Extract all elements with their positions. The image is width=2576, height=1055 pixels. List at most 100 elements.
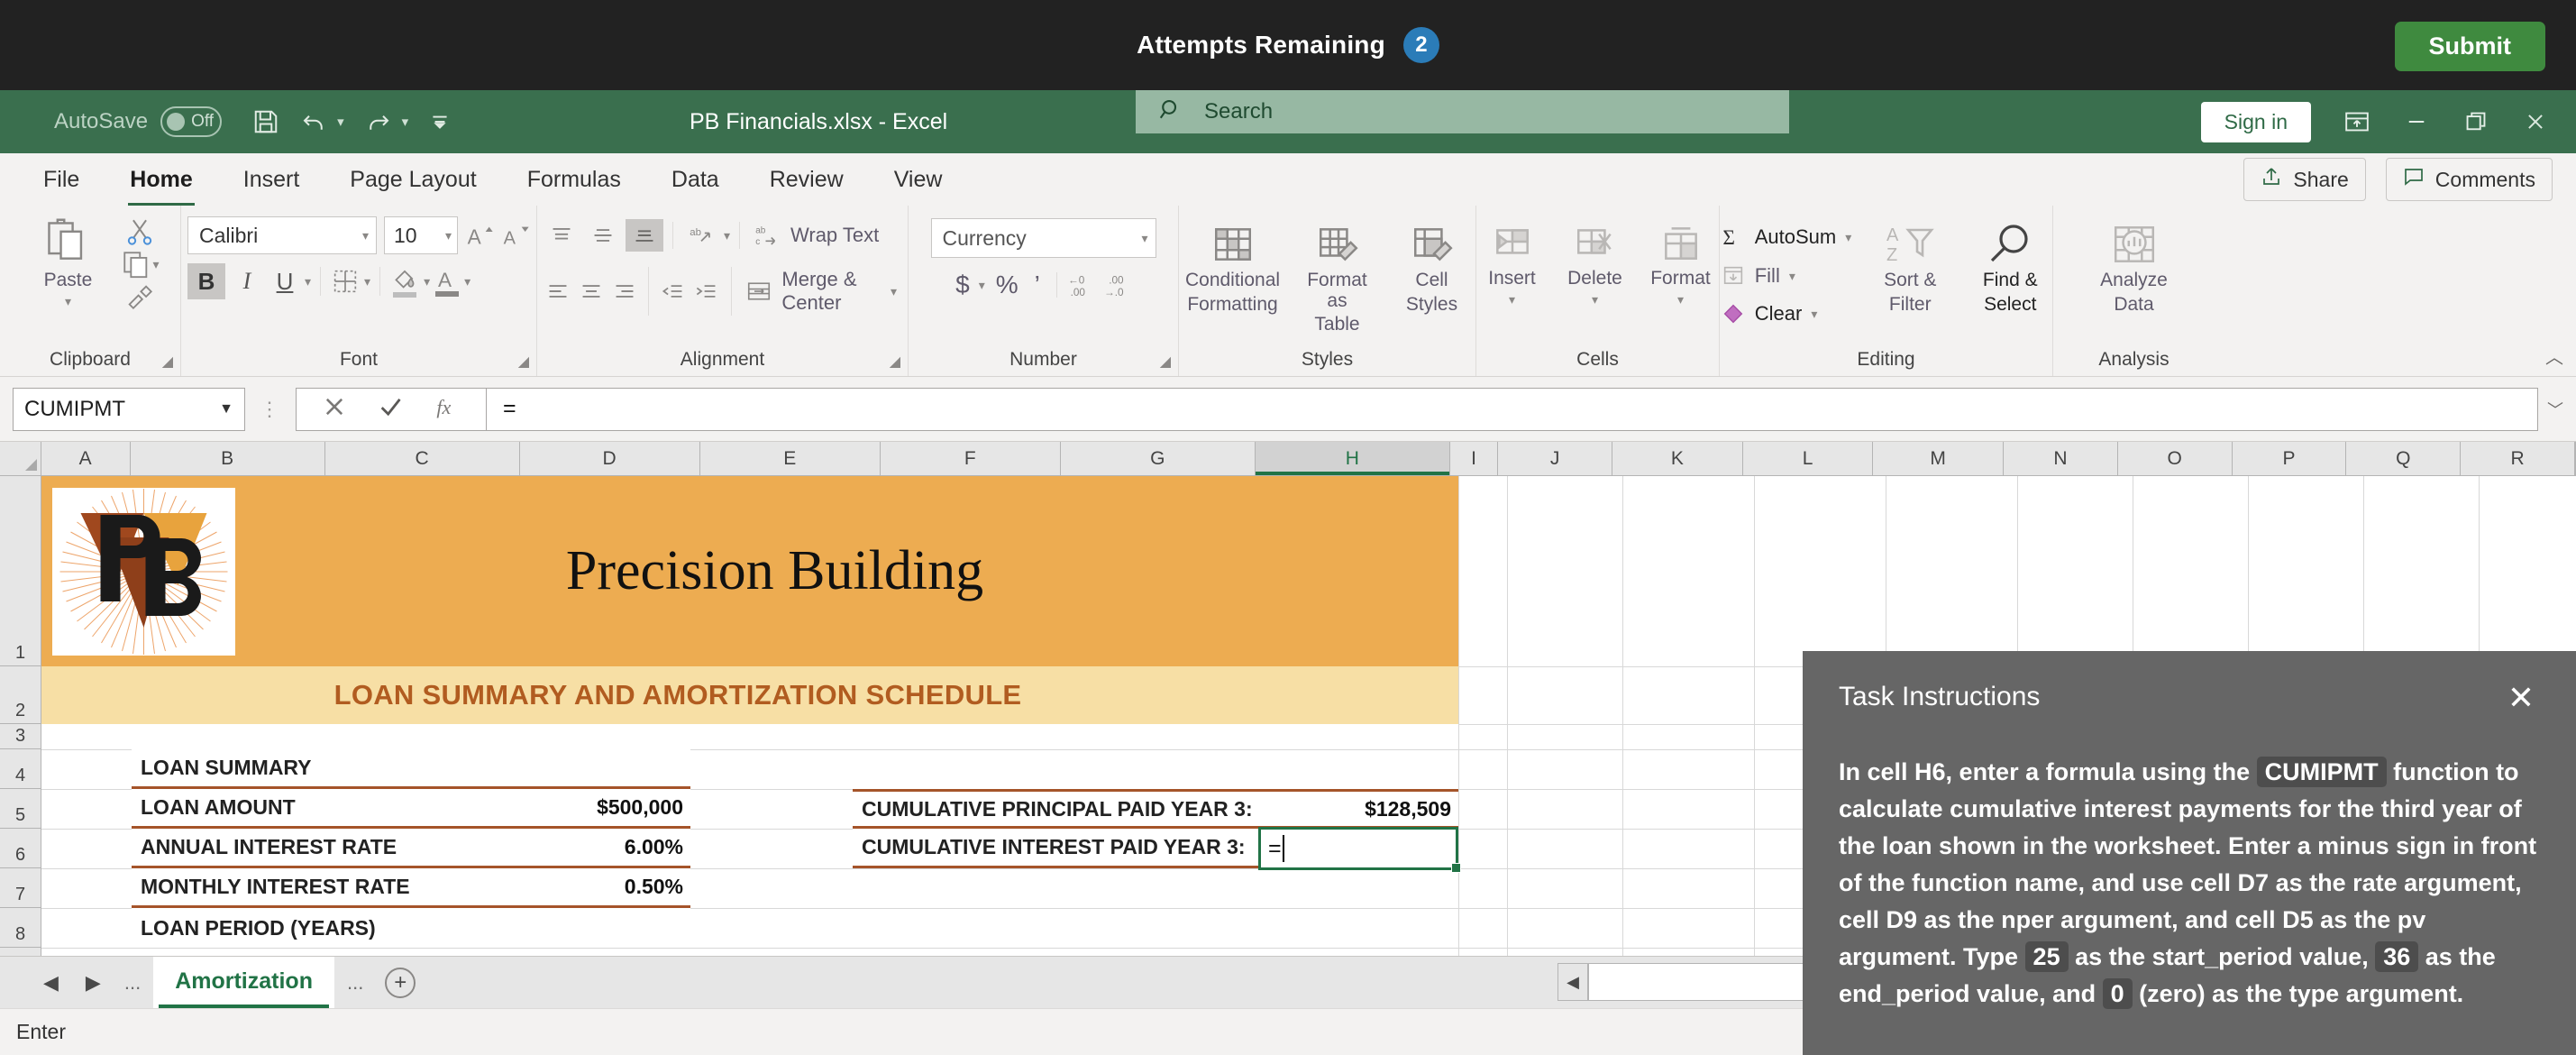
- bold-button[interactable]: B: [187, 263, 225, 299]
- orientation-icon[interactable]: ab: [682, 219, 720, 252]
- sheet-tab-amortization[interactable]: Amortization: [153, 956, 334, 1009]
- autosum-caret[interactable]: ▾: [1845, 230, 1851, 245]
- row-header-2[interactable]: 2: [0, 666, 41, 724]
- table-row[interactable]: MONTHLY INTEREST RATE 0.50%: [132, 868, 690, 908]
- merge-center-dropdown-caret[interactable]: ▾: [891, 284, 897, 299]
- accounting-format-caret[interactable]: ▾: [979, 278, 985, 293]
- name-box-caret[interactable]: ▼: [219, 401, 233, 417]
- sort-filter-button[interactable]: A Z Sort & Filter: [1862, 218, 1958, 318]
- delete-cells-caret[interactable]: ▾: [1592, 292, 1598, 307]
- align-top-icon[interactable]: [543, 219, 580, 252]
- row-header-4[interactable]: 4: [0, 749, 41, 789]
- accounting-format-icon[interactable]: $: [952, 269, 973, 301]
- merge-center-button[interactable]: Merge & Center ▾: [740, 263, 902, 319]
- column-header-l[interactable]: L: [1742, 442, 1874, 475]
- select-all-corner[interactable]: [0, 442, 41, 475]
- insert-cells-caret[interactable]: ▾: [1509, 292, 1515, 307]
- underline-button[interactable]: U: [269, 263, 301, 299]
- insert-cells-button[interactable]: Insert ▾: [1475, 218, 1550, 310]
- orientation-dropdown-caret[interactable]: ▾: [724, 228, 730, 243]
- decrease-font-size-icon[interactable]: A: [501, 221, 530, 250]
- insert-function-icon[interactable]: fx: [434, 394, 461, 424]
- close-icon[interactable]: ✕: [2502, 682, 2540, 714]
- autosave-control[interactable]: AutoSave Off: [54, 106, 223, 137]
- fill-button[interactable]: Fill ▾: [1715, 260, 1858, 292]
- align-right-icon[interactable]: [609, 275, 639, 307]
- fill-color-icon[interactable]: [389, 265, 420, 298]
- table-row[interactable]: LOAN AMOUNT $500,000: [132, 789, 690, 829]
- format-cells-caret[interactable]: ▾: [1677, 292, 1684, 307]
- tab-insert[interactable]: Insert: [218, 160, 325, 200]
- undo-dropdown-caret[interactable]: ▾: [337, 114, 344, 130]
- redo-dropdown-caret[interactable]: ▾: [402, 114, 409, 130]
- analyze-data-button[interactable]: Analyze Data: [2085, 218, 2184, 318]
- column-header-d[interactable]: D: [519, 442, 700, 475]
- share-button[interactable]: Share: [2243, 158, 2366, 201]
- comma-format-icon[interactable]: ’: [1029, 269, 1046, 301]
- tab-view[interactable]: View: [869, 160, 968, 200]
- enter-icon[interactable]: [378, 394, 403, 424]
- tab-review[interactable]: Review: [744, 160, 869, 200]
- decrease-decimal-icon[interactable]: .00 →.0: [1104, 271, 1135, 298]
- align-left-icon[interactable]: [543, 275, 572, 307]
- formula-input[interactable]: =: [486, 387, 2538, 431]
- increase-font-size-icon[interactable]: A: [465, 221, 494, 250]
- fill-color-dropdown-caret[interactable]: ▾: [424, 274, 430, 289]
- row-header-7[interactable]: 7: [0, 868, 41, 908]
- format-cells-button[interactable]: Format ▾: [1640, 218, 1722, 310]
- next-sheet-arrow[interactable]: ▶: [75, 966, 112, 1000]
- submit-button[interactable]: Submit: [2394, 22, 2545, 71]
- decrease-indent-icon[interactable]: [658, 275, 688, 307]
- expand-formula-bar-icon[interactable]: ﹀: [2547, 398, 2563, 421]
- borders-dropdown-caret[interactable]: ▾: [364, 274, 370, 289]
- column-header-c[interactable]: C: [324, 442, 520, 475]
- customize-quick-access-icon[interactable]: [428, 110, 452, 133]
- cell-styles-button[interactable]: Cell Styles: [1390, 218, 1475, 318]
- column-header-m[interactable]: M: [1873, 442, 2004, 475]
- font-dialog-launcher-icon[interactable]: ◢: [518, 353, 529, 371]
- collapse-ribbon-icon[interactable]: ︿: [2545, 343, 2576, 376]
- align-middle-icon[interactable]: [584, 219, 622, 252]
- active-cell-h6[interactable]: =: [1258, 827, 1461, 873]
- align-bottom-icon[interactable]: [625, 219, 663, 252]
- fill-handle[interactable]: [1451, 863, 1461, 873]
- close-icon[interactable]: [2522, 110, 2549, 133]
- autosave-toggle[interactable]: Off: [160, 106, 223, 137]
- clear-button[interactable]: Clear ▾: [1715, 298, 1858, 330]
- column-header-e[interactable]: E: [699, 442, 881, 475]
- table-row[interactable]: LOAN PERIOD (YEARS): [132, 908, 690, 948]
- previous-sheet-arrow[interactable]: ◀: [32, 966, 69, 1000]
- row-header-1[interactable]: 1: [0, 476, 41, 666]
- comments-button[interactable]: Comments: [2385, 158, 2553, 201]
- conditional-formatting-button[interactable]: Conditional Formatting: [1181, 218, 1285, 318]
- sheet-tabs-right-ellipsis[interactable]: ...: [340, 971, 370, 995]
- wrap-text-button[interactable]: ab c Wrap Text: [749, 218, 884, 252]
- increase-decimal-icon[interactable]: ←0.00: [1068, 271, 1099, 298]
- paste-button[interactable]: Paste ▾: [21, 213, 114, 312]
- font-size-input[interactable]: 10 ▾: [384, 216, 458, 254]
- redo-icon[interactable]: [364, 108, 393, 135]
- restore-icon[interactable]: [2462, 110, 2489, 133]
- tab-home[interactable]: Home: [105, 160, 217, 207]
- column-header-k[interactable]: K: [1612, 442, 1743, 475]
- font-color-dropdown-caret[interactable]: ▾: [464, 274, 470, 289]
- clipboard-dialog-launcher-icon[interactable]: ◢: [162, 353, 173, 371]
- minimize-icon[interactable]: [2403, 110, 2430, 133]
- column-header-h[interactable]: H: [1255, 442, 1450, 475]
- column-header-q[interactable]: Q: [2346, 442, 2462, 475]
- font-name-input[interactable]: Calibri ▾: [187, 216, 377, 254]
- font-name-caret[interactable]: ▾: [362, 228, 369, 243]
- column-header-j[interactable]: J: [1498, 442, 1613, 475]
- row-header-5[interactable]: 5: [0, 789, 41, 829]
- scroll-left-arrow[interactable]: ◀: [1557, 963, 1588, 1001]
- tab-file[interactable]: File: [18, 160, 105, 200]
- font-size-caret[interactable]: ▾: [445, 228, 452, 243]
- column-header-b[interactable]: B: [130, 442, 325, 475]
- row-header-3[interactable]: 3: [0, 724, 41, 749]
- search-box[interactable]: Search: [1136, 90, 1789, 133]
- fill-caret[interactable]: ▾: [1789, 269, 1795, 284]
- column-header-a[interactable]: A: [41, 442, 131, 475]
- column-header-i[interactable]: I: [1449, 442, 1499, 475]
- column-header-o[interactable]: O: [2117, 442, 2233, 475]
- format-painter-icon[interactable]: [120, 281, 159, 312]
